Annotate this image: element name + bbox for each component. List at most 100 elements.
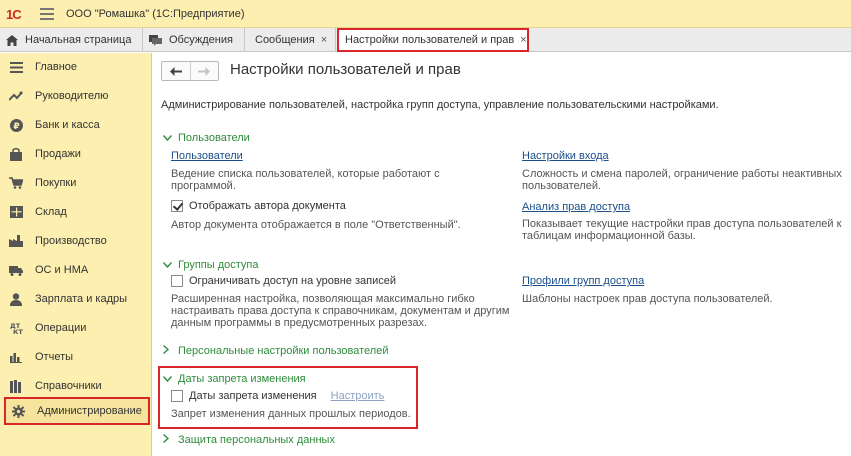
login-settings-link[interactable]: Настройки входа — [522, 150, 609, 162]
sidebar-item-label: Склад — [35, 206, 67, 218]
history-nav — [161, 61, 219, 81]
tab-label: Начальная страница — [25, 34, 132, 46]
sidebar-item-label: Руководителю — [35, 90, 109, 102]
lock-dates-checkbox[interactable] — [171, 390, 183, 402]
warehouse-icon — [9, 205, 23, 219]
sidebar-item-manager[interactable]: Руководителю — [0, 82, 152, 110]
lock-dates-hint: Запрет изменения данных прошлых периодов… — [171, 408, 411, 420]
chevron-right-icon — [163, 433, 173, 446]
sidebar-item-production[interactable]: Производство — [0, 227, 152, 255]
access-analysis-hint: Показывает текущие настройки прав доступ… — [522, 218, 841, 242]
svg-text:₽: ₽ — [13, 122, 19, 132]
sidebar-item-label: Производство — [35, 235, 107, 247]
sidebar-item-label: Зарплата и кадры — [35, 293, 128, 305]
hint-line: Расширенная настройка, позволяющая макси… — [171, 293, 475, 305]
sidebar-item-label: Операции — [35, 322, 87, 334]
books-icon — [9, 379, 23, 393]
tab-label: Настройки пользователей и прав — [345, 34, 515, 46]
bag-icon — [9, 147, 23, 161]
access-analysis-link[interactable]: Анализ прав доступа — [522, 201, 630, 213]
ruble-icon: ₽ — [9, 118, 23, 132]
section-access-groups-header[interactable]: Группы доступа — [162, 259, 259, 271]
page-description: Администрирование пользователей, настрой… — [161, 99, 719, 111]
section-lock-dates-header[interactable]: Даты запрета изменения — [162, 373, 306, 385]
logo-text: 1С — [6, 6, 22, 22]
hint-line: Сложность и смена паролей, ограничение р… — [522, 168, 842, 180]
title-bar: 1С ООО "Ромашка" (1С:Предприятие) — [0, 0, 851, 28]
hint-line: пользователей. — [522, 180, 602, 192]
hint-line: данным программы в предусмотренных разре… — [171, 317, 428, 329]
close-icon[interactable]: × — [321, 34, 327, 46]
sidebar-item-main[interactable]: Главное — [0, 53, 152, 81]
checkbox-label: Ограничивать доступ на уровне записей — [189, 275, 397, 287]
section-users-header[interactable]: Пользователи — [162, 132, 250, 144]
home-icon — [6, 34, 18, 46]
restrict-records-row[interactable]: Ограничивать доступ на уровне записей — [171, 275, 396, 287]
tab-discussions[interactable]: Обсуждения — [143, 28, 245, 52]
truck-icon — [9, 263, 23, 277]
app-logo[interactable]: 1С — [6, 6, 32, 22]
forward-button[interactable] — [189, 62, 218, 80]
sidebar-item-label: Отчеты — [35, 351, 74, 363]
chat-icon — [149, 34, 162, 46]
sidebar-item-fixed-assets[interactable]: ОС и НМА — [0, 256, 152, 284]
users-link[interactable]: Пользователи — [171, 150, 243, 162]
main-menu-button[interactable] — [40, 7, 54, 20]
sidebar-item-reports[interactable]: Отчеты — [0, 343, 152, 371]
chevron-down-icon — [162, 374, 173, 385]
hint-line: Показывает текущие настройки прав доступ… — [522, 218, 842, 230]
sidebar-item-sales[interactable]: Продажи — [0, 140, 152, 168]
hamburger-icon-line — [40, 12, 54, 15]
sidebar-item-label: Справочники — [35, 380, 102, 392]
access-profiles-link[interactable]: Профили групп доступа — [522, 275, 644, 287]
hamburger-icon — [40, 7, 54, 10]
sidebar-item-label: Главное — [35, 61, 78, 73]
section-privacy-header[interactable]: Защита персональных данных — [163, 433, 335, 446]
hint-line: таблицам информационной базы. — [522, 230, 696, 242]
sidebar-item-label: ОС и НМА — [35, 264, 89, 276]
configure-link[interactable]: Настроить — [331, 390, 385, 402]
sidebar-item-label: Продажи — [35, 148, 81, 160]
hamburger-icon-line — [40, 17, 54, 20]
hint-line: Ведение списка пользователей, которые ра… — [171, 168, 440, 180]
section-title: Пользователи — [178, 132, 250, 144]
section-title: Защита персональных данных — [178, 434, 335, 446]
show-author-hint: Автор документа отображается в поле "Отв… — [171, 219, 461, 231]
section-title: Даты запрета изменения — [178, 373, 306, 385]
sidebar-item-bank[interactable]: ₽ Банк и касса — [0, 111, 152, 139]
tab-user-settings[interactable]: Настройки пользователей и прав × — [337, 28, 529, 52]
show-author-checkbox[interactable] — [171, 200, 183, 212]
cart-icon — [9, 176, 23, 190]
sidebar-item-label: Покупки — [35, 177, 77, 189]
close-icon[interactable]: × — [520, 34, 526, 46]
login-settings-hint: Сложность и смена паролей, ограничение р… — [522, 168, 842, 192]
tab-label: Обсуждения — [169, 34, 233, 46]
restrict-records-checkbox[interactable] — [171, 275, 183, 287]
sidebar-item-warehouse[interactable]: Склад — [0, 198, 152, 226]
main-content: Настройки пользователей и прав Администр… — [153, 53, 851, 456]
sidebar-item-label: Администрирование — [37, 405, 142, 417]
chevron-right-icon — [163, 344, 173, 357]
hint-line: настраивать права доступа к справочникам… — [171, 305, 510, 317]
checkbox-label: Отображать автора документа — [189, 200, 346, 212]
sidebar-item-administration[interactable]: Администрирование — [4, 397, 150, 425]
operations-icon: ДТ КТ — [9, 321, 23, 335]
back-button[interactable] — [162, 62, 190, 80]
person-icon — [9, 292, 23, 306]
tab-messages[interactable]: Сообщения × — [245, 28, 336, 52]
tab-label: Сообщения — [255, 34, 315, 46]
show-author-row[interactable]: Отображать автора документа — [171, 200, 346, 212]
lock-dates-row[interactable]: Даты запрета изменения Настроить — [171, 390, 384, 402]
arrow-left-icon — [169, 66, 182, 76]
chevron-down-icon — [162, 133, 173, 144]
section-personal-settings-header[interactable]: Персональные настройки пользователей — [163, 344, 388, 357]
restrict-records-hint: Расширенная настройка, позволяющая макси… — [171, 293, 510, 329]
sidebar-item-label: Банк и касса — [35, 119, 100, 131]
sidebar-item-purchases[interactable]: Покупки — [0, 169, 152, 197]
sidebar-item-salary[interactable]: Зарплата и кадры — [0, 285, 152, 313]
sidebar-item-catalogs[interactable]: Справочники — [0, 372, 152, 400]
sidebar-item-operations[interactable]: ДТ КТ Операции — [0, 314, 152, 342]
tab-home[interactable]: Начальная страница — [0, 28, 143, 52]
chevron-down-icon — [162, 260, 173, 271]
section-title: Группы доступа — [178, 259, 259, 271]
